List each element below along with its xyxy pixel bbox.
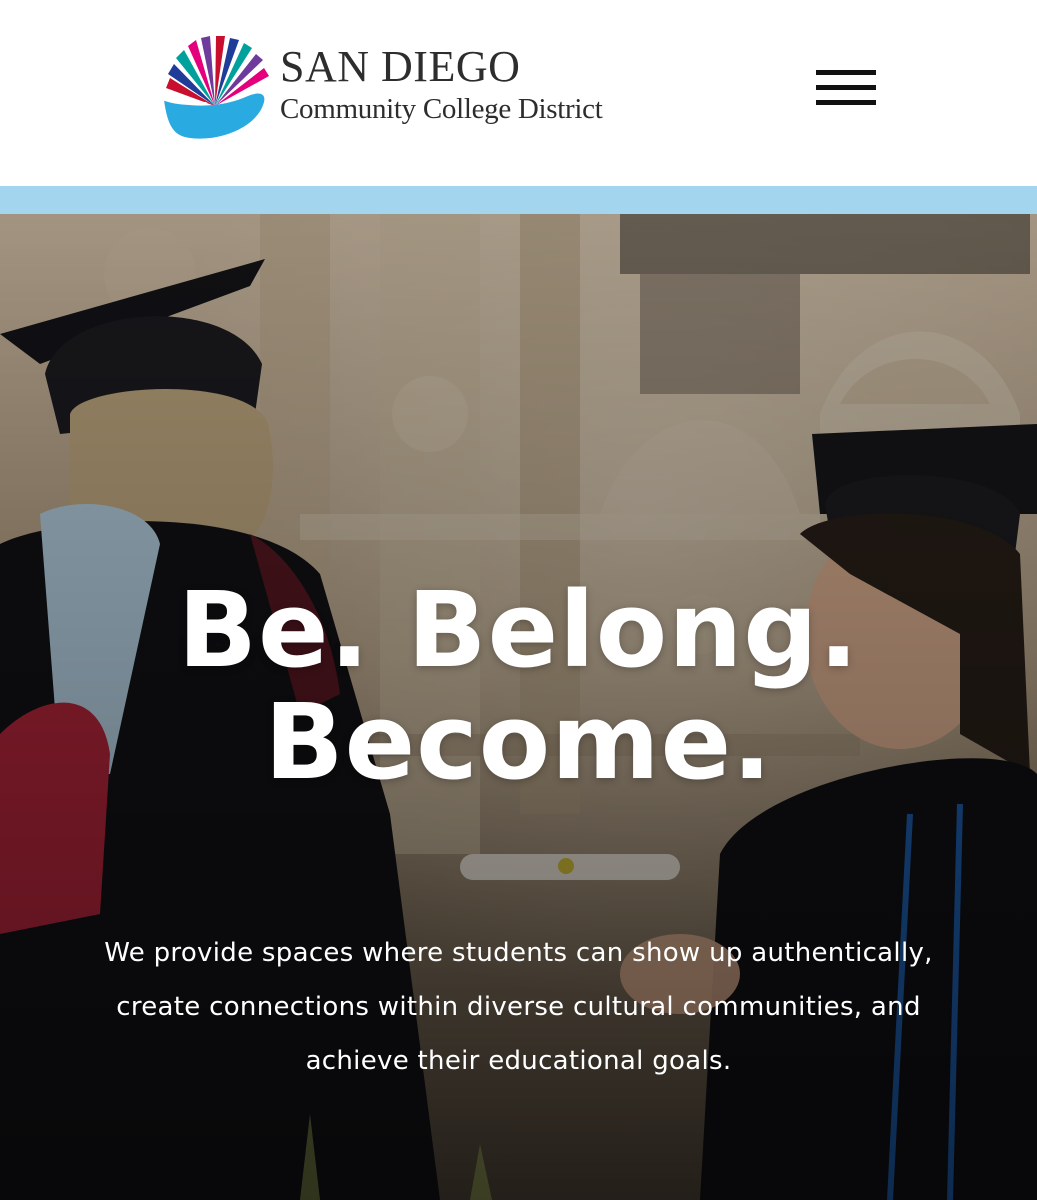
menu-bar	[816, 85, 876, 90]
menu-bar	[816, 100, 876, 105]
hero-headline-line-2: Become.	[264, 681, 773, 803]
hero-description-line-2: create connections within diverse cultur…	[116, 992, 921, 1022]
logo-title: SAN DIEGO	[280, 42, 521, 91]
menu-bar	[816, 70, 876, 75]
district-logo-link[interactable]: SAN DIEGO Community College District	[160, 34, 603, 144]
hero-section: Be. Belong. Become. We provide spaces wh…	[0, 214, 1037, 1200]
accent-strip	[0, 186, 1037, 214]
hamburger-menu-icon[interactable]	[812, 66, 880, 114]
sunburst-logo-icon	[162, 36, 269, 139]
logo-subtitle: Community College District	[280, 93, 603, 125]
hero-description-line-1: We provide spaces where students can sho…	[104, 938, 933, 968]
site-header: SAN DIEGO Community College District	[0, 0, 1037, 186]
hero-headline: Be. Belong. Become.	[0, 574, 1037, 798]
logo-wordmark: SAN DIEGO Community College District	[280, 42, 603, 126]
hero-description-line-3: achieve their educational goals.	[305, 1046, 732, 1076]
hero-headline-line-1: Be. Belong.	[177, 569, 860, 691]
hero-description: We provide spaces where students can sho…	[0, 926, 1037, 1088]
